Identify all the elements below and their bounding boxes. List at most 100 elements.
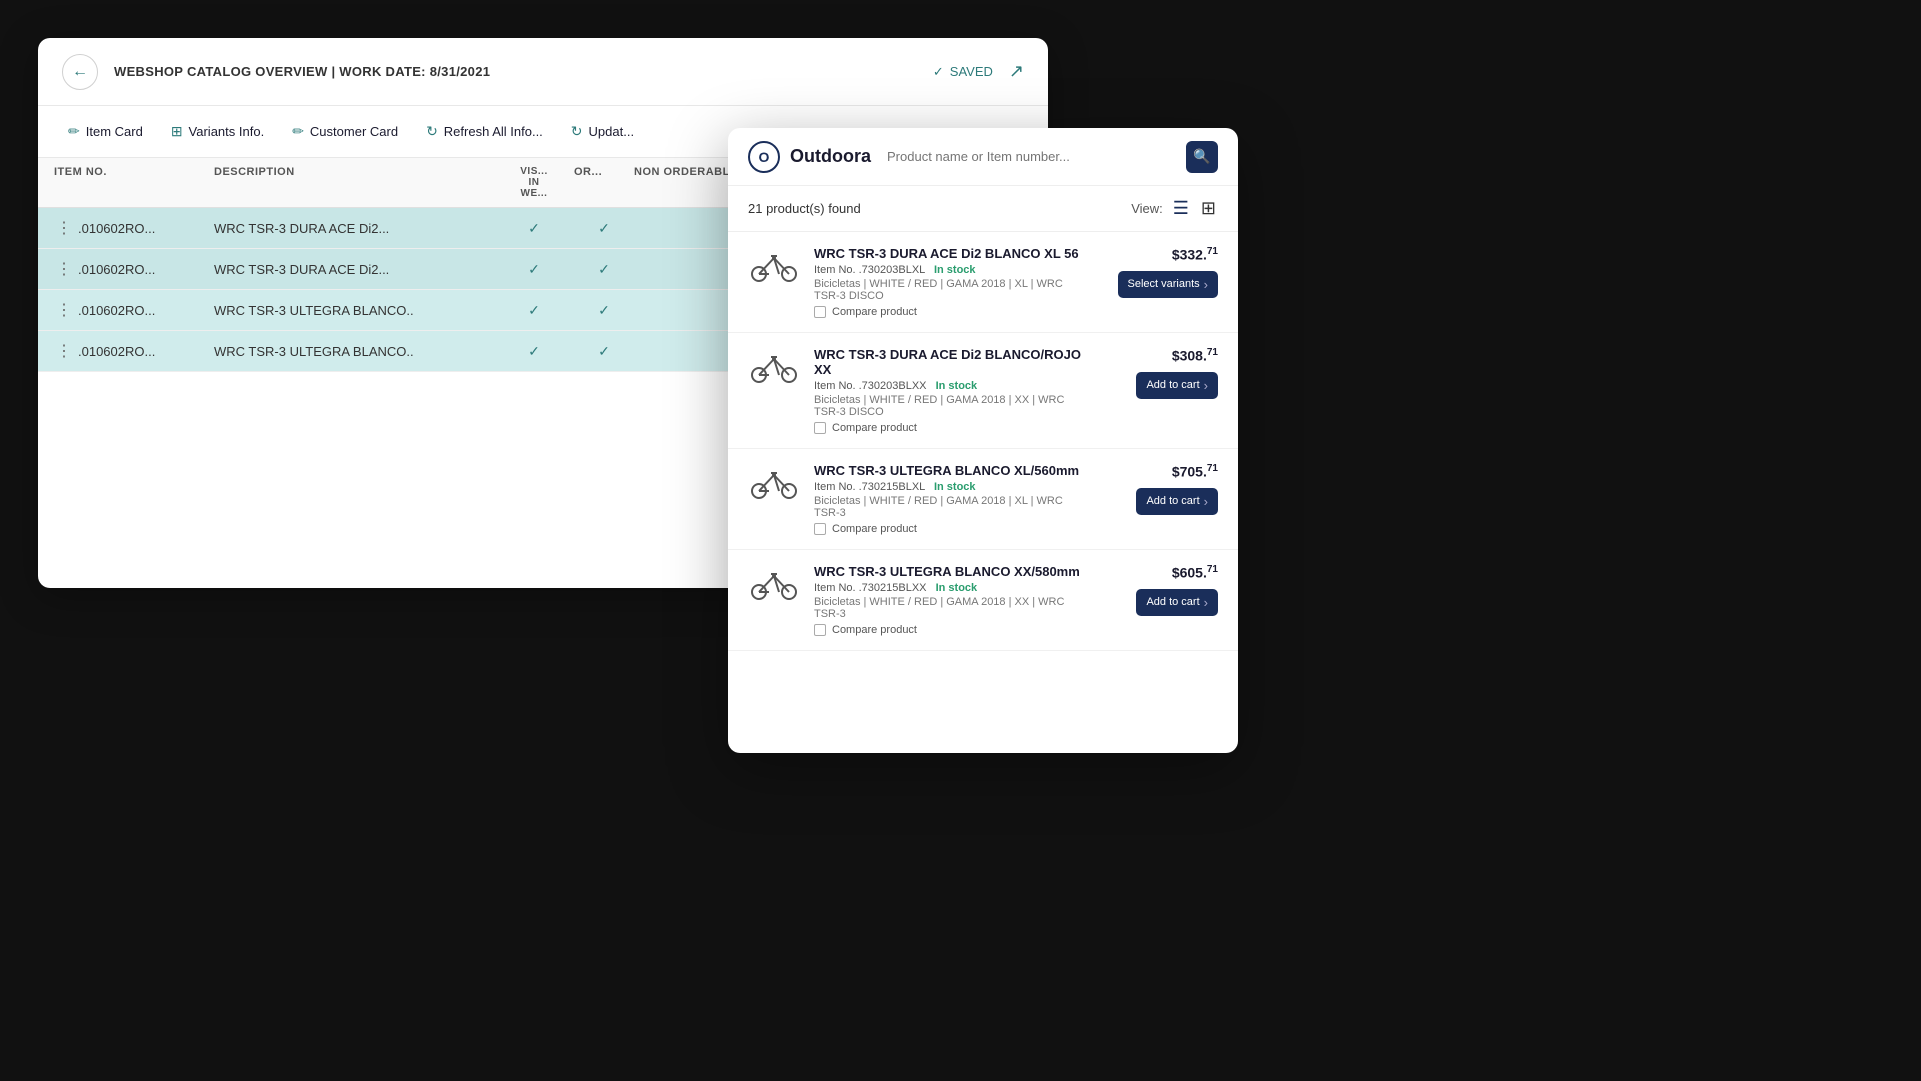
compare-checkbox-2[interactable] (814, 422, 826, 434)
cell-description: WRC TSR-3 DURA ACE Di2... (214, 262, 494, 277)
cell-vis: ✓ (494, 220, 574, 237)
row-menu-icon[interactable]: ⋮ (54, 300, 74, 320)
product-meta-3: Item No. .730215BLXL In stock (814, 481, 1084, 493)
product-price-action-3: $705.71 Add to cart › (1098, 463, 1218, 515)
btn-arrow-icon-4: › (1204, 595, 1208, 610)
select-variants-button-1[interactable]: Select variants › (1118, 271, 1219, 298)
col-item-no: ITEM NO. (54, 166, 214, 199)
main-header: ← WEBSHOP CATALOG OVERVIEW | WORK DATE: … (38, 38, 1048, 106)
check-vis: ✓ (528, 302, 540, 319)
list-view-button[interactable]: ☰ (1171, 196, 1191, 221)
col-or: OR... (574, 166, 634, 199)
compare-label-3: Compare product (832, 523, 917, 535)
cell-item-no: ⋮ .010602RO... (54, 259, 214, 279)
product-price-2: $308.71 (1172, 347, 1218, 364)
product-price-action-4: $605.71 Add to cart › (1098, 564, 1218, 616)
cell-description: WRC TSR-3 ULTEGRA BLANCO.. (214, 303, 494, 318)
compare-label-4: Compare product (832, 624, 917, 636)
popup-subheader: 21 product(s) found View: ☰ ⊞ (728, 186, 1238, 232)
cell-item-no: ⋮ .010602RO... (54, 341, 214, 361)
compare-checkbox-1[interactable] (814, 306, 826, 318)
col-vis: VIS...INWE... (494, 166, 574, 199)
product-tags-4: Bicicletas | WHITE / RED | GAMA 2018 | X… (814, 596, 1084, 620)
customer-card-button[interactable]: ✏ Customer Card (278, 115, 412, 148)
cell-description: WRC TSR-3 ULTEGRA BLANCO.. (214, 344, 494, 359)
bike-icon-4 (749, 566, 799, 600)
update-icon: ↻ (571, 123, 583, 140)
add-to-cart-button-3[interactable]: Add to cart › (1136, 488, 1218, 515)
product-name-3: WRC TSR-3 ULTEGRA BLANCO XL/560mm (814, 463, 1084, 478)
check-vis: ✓ (528, 220, 540, 237)
row-menu-icon[interactable]: ⋮ (54, 341, 74, 361)
bike-icon-1 (749, 248, 799, 282)
svg-text:O: O (759, 149, 770, 165)
compare-row-2: Compare product (814, 422, 1084, 434)
product-meta-4: Item No. .730215BLXX In stock (814, 582, 1084, 594)
add-to-cart-button-2[interactable]: Add to cart › (1136, 372, 1218, 399)
cell-description: WRC TSR-3 DURA ACE Di2... (214, 221, 494, 236)
product-item-3: WRC TSR-3 ULTEGRA BLANCO XL/560mm Item N… (728, 449, 1238, 550)
row-menu-icon[interactable]: ⋮ (54, 259, 74, 279)
header-right: ✓ SAVED ↗ (933, 61, 1024, 82)
product-tags-2: Bicicletas | WHITE / RED | GAMA 2018 | X… (814, 394, 1084, 418)
view-toggle: View: ☰ ⊞ (1131, 196, 1218, 221)
product-info-3: WRC TSR-3 ULTEGRA BLANCO XL/560mm Item N… (814, 463, 1084, 535)
popup-window: O Outdoora 🔍 21 product(s) found View: ☰… (728, 128, 1238, 753)
product-tags-1: Bicicletas | WHITE / RED | GAMA 2018 | X… (814, 278, 1084, 302)
in-stock-2: In stock (936, 380, 978, 392)
popup-body: WRC TSR-3 DURA ACE Di2 BLANCO XL 56 Item… (728, 232, 1238, 747)
compare-checkbox-4[interactable] (814, 624, 826, 636)
item-no-1: Item No. .730203BLXL (814, 264, 925, 276)
logo-icon: O (748, 141, 780, 173)
compare-label-1: Compare product (832, 306, 917, 318)
search-icon: 🔍 (1193, 148, 1210, 165)
product-price-4: $605.71 (1172, 564, 1218, 581)
search-input-area[interactable] (887, 148, 1170, 166)
update-button[interactable]: ↻ Updat... (557, 115, 648, 148)
item-no-2: Item No. .730203BLXX (814, 380, 927, 392)
products-found-label: 21 product(s) found (748, 201, 861, 216)
grid-view-button[interactable]: ⊞ (1199, 196, 1218, 221)
cell-vis: ✓ (494, 343, 574, 360)
product-price-action-1: $332.71 Select variants › (1098, 246, 1218, 298)
product-price-1: $332.71 (1172, 246, 1218, 263)
back-icon: ← (72, 63, 88, 81)
cell-item-no: ⋮ .010602RO... (54, 300, 214, 320)
add-to-cart-button-4[interactable]: Add to cart › (1136, 589, 1218, 616)
compare-row-1: Compare product (814, 306, 1084, 318)
item-no-4: Item No. .730215BLXX (814, 582, 927, 594)
compare-checkbox-3[interactable] (814, 523, 826, 535)
refresh-icon: ↻ (426, 123, 438, 140)
logo-text: Outdoora (790, 146, 871, 167)
product-name-2: WRC TSR-3 DURA ACE Di2 BLANCO/ROJO XX (814, 347, 1084, 377)
in-stock-1: In stock (934, 264, 976, 276)
cell-vis: ✓ (494, 302, 574, 319)
variants-info-button[interactable]: ⊞ Variants Info. (157, 115, 278, 148)
saved-status: ✓ SAVED (933, 64, 993, 80)
back-button[interactable]: ← (62, 54, 98, 90)
cell-or: ✓ (574, 343, 634, 360)
product-item-2: WRC TSR-3 DURA ACE Di2 BLANCO/ROJO XX It… (728, 333, 1238, 449)
compare-row-4: Compare product (814, 624, 1084, 636)
product-info-1: WRC TSR-3 DURA ACE Di2 BLANCO XL 56 Item… (814, 246, 1084, 318)
cell-or: ✓ (574, 302, 634, 319)
popup-header: O Outdoora 🔍 (728, 128, 1238, 186)
item-card-button[interactable]: ✏ Item Card (54, 115, 157, 148)
check-or: ✓ (598, 343, 610, 360)
product-item-1: WRC TSR-3 DURA ACE Di2 BLANCO XL 56 Item… (728, 232, 1238, 333)
expand-icon[interactable]: ↗ (1009, 61, 1024, 82)
product-image-3 (748, 463, 800, 501)
row-menu-icon[interactable]: ⋮ (54, 218, 74, 238)
refresh-all-info-button[interactable]: ↻ Refresh All Info... (412, 115, 557, 148)
view-label: View: (1131, 201, 1163, 216)
product-name-1: WRC TSR-3 DURA ACE Di2 BLANCO XL 56 (814, 246, 1084, 261)
search-button[interactable]: 🔍 (1186, 141, 1218, 173)
check-vis: ✓ (528, 261, 540, 278)
product-info-2: WRC TSR-3 DURA ACE Di2 BLANCO/ROJO XX It… (814, 347, 1084, 434)
item-no-3: Item No. .730215BLXL (814, 481, 925, 493)
check-vis: ✓ (528, 343, 540, 360)
edit-icon-2: ✏ (292, 123, 304, 140)
search-input[interactable] (887, 149, 1170, 164)
product-meta-1: Item No. .730203BLXL In stock (814, 264, 1084, 276)
btn-arrow-icon-3: › (1204, 494, 1208, 509)
